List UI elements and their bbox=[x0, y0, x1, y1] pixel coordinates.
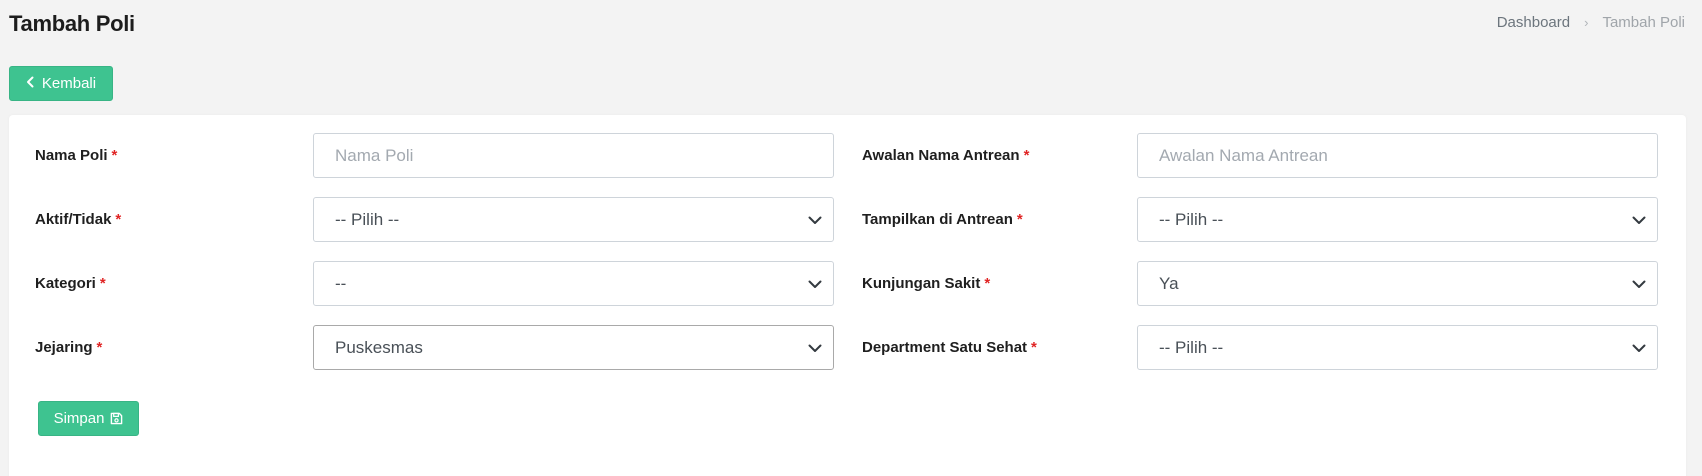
chevron-down-icon bbox=[1632, 280, 1646, 288]
breadcrumb-item-dashboard[interactable]: Dashboard bbox=[1497, 14, 1570, 31]
aktif-tidak-select[interactable]: -- Pilih -- bbox=[313, 197, 834, 242]
chevron-down-icon bbox=[808, 344, 822, 352]
form-row-2: Aktif/Tidak * -- Pilih -- Tampilkan di An… bbox=[9, 197, 1686, 242]
kategori-select[interactable]: -- bbox=[313, 261, 834, 306]
tampilkan-di-antrean-select[interactable]: -- Pilih -- bbox=[1137, 197, 1658, 242]
kunjungan-sakit-selected: Ya bbox=[1159, 273, 1179, 293]
label-kategori: Kategori * bbox=[35, 275, 106, 292]
required-mark: * bbox=[1031, 339, 1037, 356]
department-satu-sehat-select[interactable]: -- Pilih -- bbox=[1137, 325, 1658, 370]
label-tampilkan-di-antrean: Tampilkan di Antrean * bbox=[862, 211, 1023, 228]
department-satu-sehat-selected: -- Pilih -- bbox=[1159, 337, 1224, 357]
breadcrumb: Dashboard › Tambah Poli bbox=[1497, 14, 1685, 31]
back-button-label: Kembali bbox=[41, 75, 97, 92]
kategori-selected: -- bbox=[335, 273, 347, 293]
save-button-label: Simpan bbox=[53, 410, 105, 427]
back-button[interactable]: Kembali bbox=[9, 66, 113, 101]
aktif-tidak-selected: -- Pilih -- bbox=[335, 209, 400, 229]
chevron-down-icon bbox=[1632, 216, 1646, 224]
page-title: Tambah Poli bbox=[9, 11, 135, 36]
label-aktif-tidak: Aktif/Tidak * bbox=[35, 211, 122, 228]
kunjungan-sakit-select[interactable]: Ya bbox=[1137, 261, 1658, 306]
jejaring-select[interactable]: Puskesmas bbox=[313, 325, 834, 370]
jejaring-selected: Puskesmas bbox=[335, 337, 423, 357]
required-mark: * bbox=[984, 275, 991, 292]
form-row-4: Jejaring * Puskesmas Department Satu Seha… bbox=[9, 325, 1686, 370]
breadcrumb-separator-icon: › bbox=[1584, 15, 1589, 30]
form-card: Nama Poli* Awalan Nama Antrean* Aktif/Ti… bbox=[9, 115, 1686, 476]
save-button[interactable]: Simpan bbox=[38, 401, 139, 436]
required-mark: * bbox=[115, 211, 122, 228]
label-awalan-nama-antrean: Awalan Nama Antrean * bbox=[862, 147, 1030, 164]
tampilkan-di-antrean-selected: -- Pilih -- bbox=[1159, 209, 1224, 229]
nama-poli-input[interactable] bbox=[313, 133, 834, 178]
chevron-down-icon bbox=[808, 280, 822, 288]
label-kunjungan-sakit: Kunjungan Sakit * bbox=[862, 275, 991, 292]
label-department-satu-sehat: Department Satu Sehat * bbox=[862, 339, 1037, 356]
chevron-down-icon bbox=[1632, 344, 1646, 352]
form-row-3: Kategori * -- Kunjungan Sakit * Ya bbox=[9, 261, 1686, 306]
required-mark: * bbox=[96, 339, 103, 356]
required-mark: * bbox=[1016, 211, 1023, 228]
required-mark: * bbox=[111, 147, 118, 164]
required-mark: * bbox=[99, 275, 106, 292]
required-mark: * bbox=[1023, 147, 1030, 164]
label-nama-poli: Nama Poli * bbox=[35, 147, 118, 164]
form-row-1: Nama Poli* Awalan Nama Antrean* bbox=[9, 133, 1686, 178]
chevron-down-icon bbox=[808, 216, 822, 224]
chevron-left-icon bbox=[26, 76, 35, 91]
label-jejaring: Jejaring * bbox=[35, 339, 103, 356]
breadcrumb-item-current: Tambah Poli bbox=[1602, 14, 1685, 31]
awalan-nama-antrean-input[interactable] bbox=[1137, 133, 1658, 178]
floppy-disk-icon bbox=[111, 412, 123, 425]
